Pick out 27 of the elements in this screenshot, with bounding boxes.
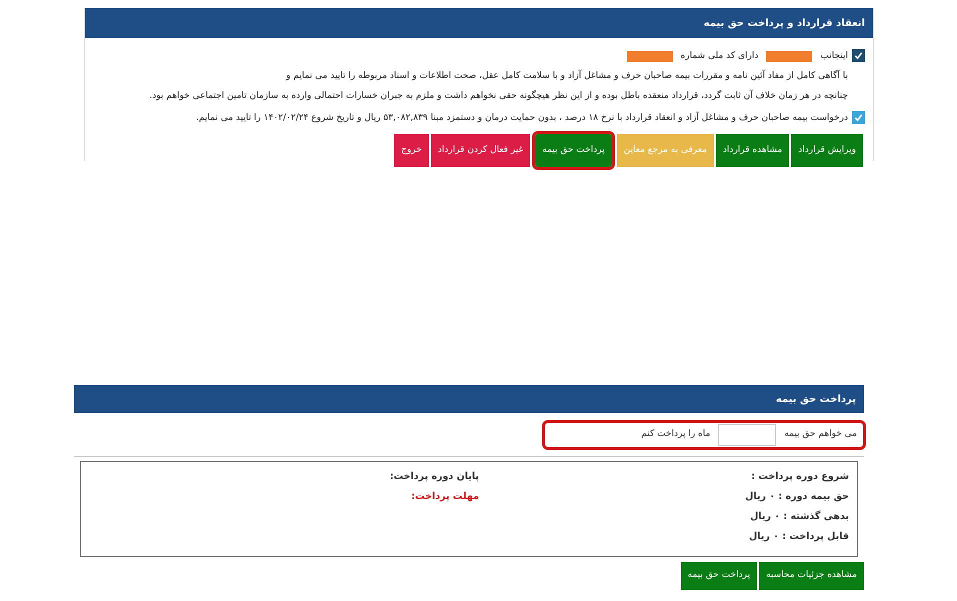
field-label: می خواهم حق بیمه	[784, 428, 857, 441]
statement-text: با آگاهی کامل از مفاد آئین نامه و مقررات بیمه صاحبان حرف و مشاغل آزاد و با سلامت کامل عقل، صحت اطلاعات و اسناد مربوطه را تایید می نمایم و	[286, 68, 848, 83]
redaction-block	[626, 50, 673, 62]
action-button[interactable]: خروج	[394, 134, 429, 167]
info-text: بدهی گذشته : ۰ ریال	[749, 510, 849, 524]
info-text: قابل پرداخت : ۰ ریال	[748, 530, 849, 544]
checkbox[interactable]	[852, 111, 865, 124]
statement-text: دارای کد ملی شماره	[680, 50, 758, 63]
checkbox[interactable]	[852, 49, 865, 62]
panel-header: پرداخت حق بیمه	[74, 385, 864, 413]
statement-text: درخواست بیمه صاحبان حرف و مشاغل آزاد و انعقاد قرارداد با نرخ ۱۸ درصد ، بدون حمایت درمان و دستمزد مبنا ۵۳,۰۸۲,۸۳۹ ریال و تاریخ شروع ۱۴۰۲/۰۲/۲۴ را تایید می نمایم.	[196, 110, 848, 125]
action-button[interactable]: مشاهده قرارداد	[716, 134, 790, 167]
action-button[interactable]: پرداخت حق بیمه	[680, 562, 758, 590]
statement-text: چنانچه در هر زمان خلاف آن ثابت گردد، قرارداد منعقده باطل بوده و از این نظر هیچگونه حقی نخواهم داشت و ملزم به جبران خسارات احتمالی وارده به سازمان تامین اجتماعی خواهم بود.	[148, 88, 848, 103]
action-button[interactable]: ویرایش قرارداد	[791, 134, 863, 167]
info-text: مهلت پرداخت:	[410, 490, 479, 504]
panel-header: انعقاد قرارداد و پرداخت حق بیمه	[85, 8, 873, 38]
info-text: پایان دوره پرداخت:	[390, 470, 479, 484]
field-label: ماه را پرداخت کنم	[641, 428, 710, 441]
months-input[interactable]	[718, 424, 776, 446]
action-button[interactable]: مشاهده جزئیات محاسبه	[759, 562, 864, 590]
action-button[interactable]: غیر فعال کردن قرارداد	[430, 134, 530, 167]
action-button[interactable]: پرداخت حق بیمه	[535, 134, 612, 167]
statement-text: اینجانب	[820, 50, 848, 63]
info-text: حق بیمه دوره : ۰ ریال	[744, 490, 849, 504]
redaction-block	[766, 50, 812, 62]
info-text: شروع دوره پرداخت :	[750, 470, 849, 484]
